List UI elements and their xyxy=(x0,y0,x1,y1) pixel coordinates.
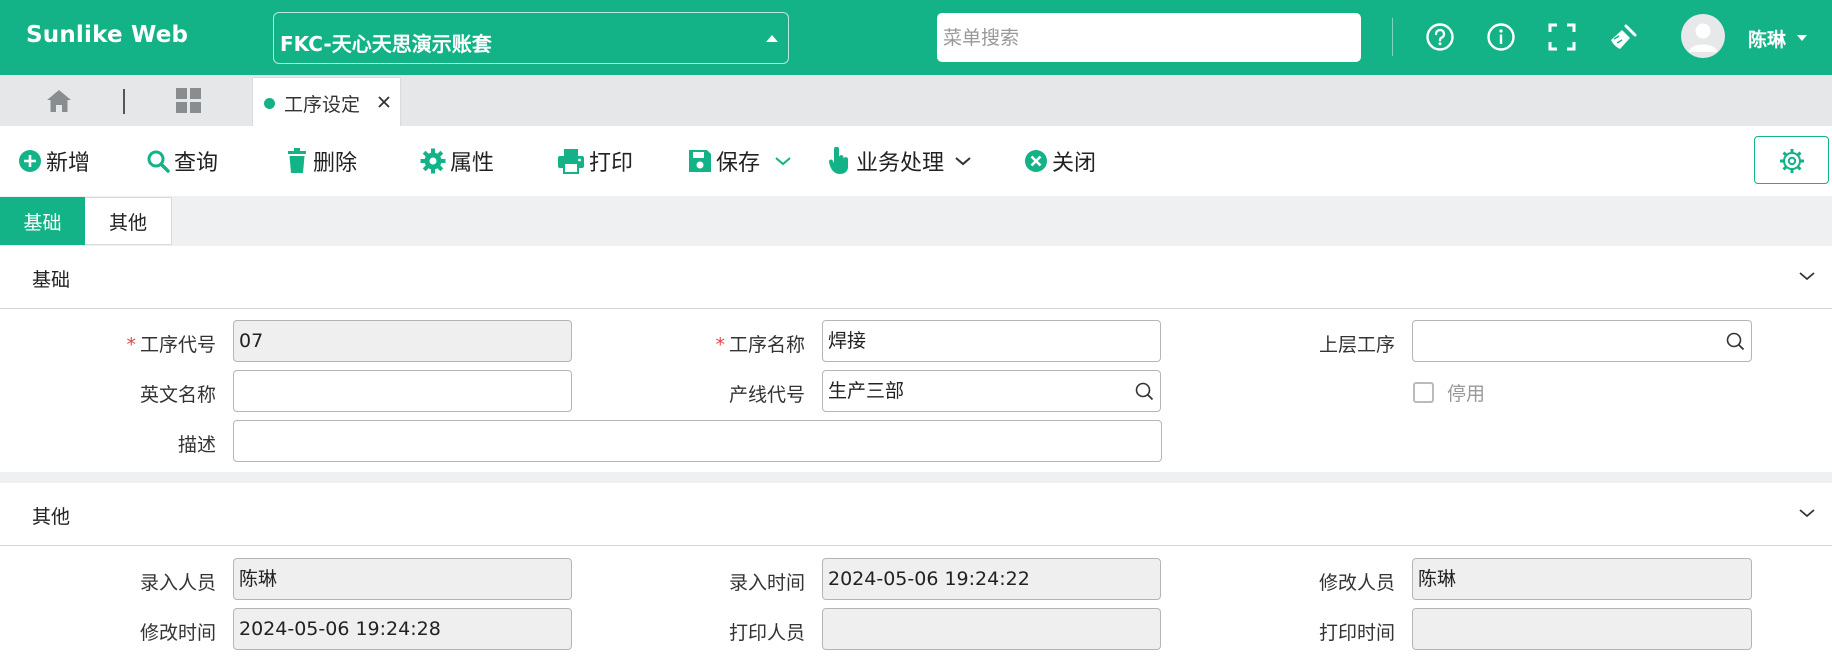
tab-process-setup[interactable]: 工序设定 xyxy=(252,77,401,126)
add-label: 新增 xyxy=(46,151,91,176)
help-icon[interactable] xyxy=(1425,22,1455,52)
required-marker: * xyxy=(715,334,725,356)
description-label: 描述 xyxy=(177,434,216,456)
modify-time-field[interactable]: 2024-05-06 19:24:28 xyxy=(233,608,572,650)
modify-user-label: 修改人员 xyxy=(1318,572,1395,594)
query-button[interactable]: 查询 xyxy=(146,146,218,176)
search-icon[interactable] xyxy=(1135,382,1154,401)
description-field[interactable] xyxy=(233,420,1162,462)
broom-icon[interactable] xyxy=(1608,22,1638,52)
divider xyxy=(123,89,125,114)
query-label: 查询 xyxy=(174,151,219,176)
panel-title: 基础 xyxy=(32,269,71,291)
other-panel-header[interactable]: 其他 xyxy=(0,483,1832,546)
required-marker: * xyxy=(126,334,136,356)
modify-user-field[interactable]: 陈琳 xyxy=(1412,558,1752,600)
chevron-down-icon[interactable] xyxy=(1798,270,1816,282)
close-label: 关闭 xyxy=(1052,151,1097,176)
tab-other[interactable]: 其他 xyxy=(85,197,172,245)
top-bar: Sunlike Web FKC-天心天思演示账套 陈琳 xyxy=(0,0,1832,75)
gear-icon xyxy=(420,148,446,174)
section-tabs: 基础 其他 xyxy=(0,196,1832,246)
tab-basic[interactable]: 基础 xyxy=(0,197,85,245)
save-icon xyxy=(689,150,711,172)
panel-title: 其他 xyxy=(32,506,71,528)
print-time-label: 打印时间 xyxy=(1318,622,1395,644)
upper-process-label: 上层工序 xyxy=(1318,334,1395,356)
caret-up-icon xyxy=(766,35,778,42)
grid-icon[interactable] xyxy=(175,87,202,114)
gear-icon xyxy=(1780,149,1804,173)
print-label: 打印 xyxy=(589,151,634,176)
account-selector[interactable]: FKC-天心天思演示账套 xyxy=(273,12,789,64)
line-code-field[interactable]: 生产三部 xyxy=(822,370,1161,412)
line-code-label: 产线代号 xyxy=(728,384,805,406)
disabled-label: 停用 xyxy=(1447,383,1486,405)
save-button[interactable]: 保存 xyxy=(688,146,796,176)
add-button[interactable]: 新增 xyxy=(18,146,90,176)
business-process-label: 业务处理 xyxy=(856,151,945,176)
basic-panel-header[interactable]: 基础 xyxy=(0,246,1832,309)
menu-search-input[interactable] xyxy=(937,13,1361,62)
print-user-label: 打印人员 xyxy=(728,622,805,644)
entry-time-label: 录入时间 xyxy=(728,572,805,594)
home-icon[interactable] xyxy=(45,87,73,115)
toolbar: 新增 查询 删除 属性 打印 保存 业务处理 关闭 xyxy=(0,126,1832,196)
tab-bar: 工序设定 xyxy=(0,75,1832,126)
divider xyxy=(1392,18,1393,56)
business-process-button[interactable]: 业务处理 xyxy=(828,146,976,176)
printer-icon xyxy=(558,149,584,174)
modify-time-label: 修改时间 xyxy=(139,622,216,644)
delete-label: 删除 xyxy=(313,151,358,176)
close-button[interactable]: 关闭 xyxy=(1024,146,1096,176)
delete-button[interactable]: 删除 xyxy=(285,146,357,176)
info-icon[interactable] xyxy=(1486,22,1516,52)
entry-user-label: 录入人员 xyxy=(139,572,216,594)
english-name-field[interactable] xyxy=(233,370,572,412)
chevron-down-icon[interactable] xyxy=(954,155,972,167)
close-icon[interactable] xyxy=(377,95,391,109)
properties-button[interactable]: 属性 xyxy=(420,146,494,176)
process-code-label: * 工序代号 xyxy=(126,334,216,356)
search-icon[interactable] xyxy=(1726,332,1745,351)
process-code-field[interactable]: 07 xyxy=(233,320,572,362)
disabled-checkbox[interactable] xyxy=(1413,382,1434,403)
fullscreen-icon[interactable] xyxy=(1547,22,1577,52)
hand-pointer-icon xyxy=(828,147,848,174)
settings-button[interactable] xyxy=(1754,136,1829,184)
upper-process-field[interactable] xyxy=(1412,320,1752,362)
trash-icon xyxy=(288,148,306,173)
process-name-label: * 工序名称 xyxy=(715,334,805,356)
tab-label: 工序设定 xyxy=(284,94,361,116)
brand-logo: Sunlike Web xyxy=(26,22,189,48)
process-name-field[interactable]: 焊接 xyxy=(822,320,1161,362)
chevron-down-icon[interactable] xyxy=(774,155,792,167)
avatar[interactable] xyxy=(1681,14,1725,58)
active-dot-icon xyxy=(264,98,275,109)
plus-circle-icon xyxy=(19,150,41,172)
print-button[interactable]: 打印 xyxy=(557,146,633,176)
print-user-field[interactable] xyxy=(822,608,1161,650)
save-label: 保存 xyxy=(716,151,761,176)
search-icon xyxy=(147,150,170,173)
user-name[interactable]: 陈琳 xyxy=(1748,25,1786,52)
user-menu-caret-icon[interactable] xyxy=(1797,35,1807,41)
properties-label: 属性 xyxy=(450,151,495,176)
user-avatar-icon xyxy=(1689,23,1717,52)
entry-user-field[interactable]: 陈琳 xyxy=(233,558,572,600)
x-circle-icon xyxy=(1025,150,1047,172)
chevron-down-icon[interactable] xyxy=(1798,507,1816,519)
english-name-label: 英文名称 xyxy=(139,384,216,406)
entry-time-field[interactable]: 2024-05-06 19:24:22 xyxy=(822,558,1161,600)
print-time-field[interactable] xyxy=(1412,608,1752,650)
account-name: FKC-天心天思演示账套 xyxy=(280,32,492,56)
